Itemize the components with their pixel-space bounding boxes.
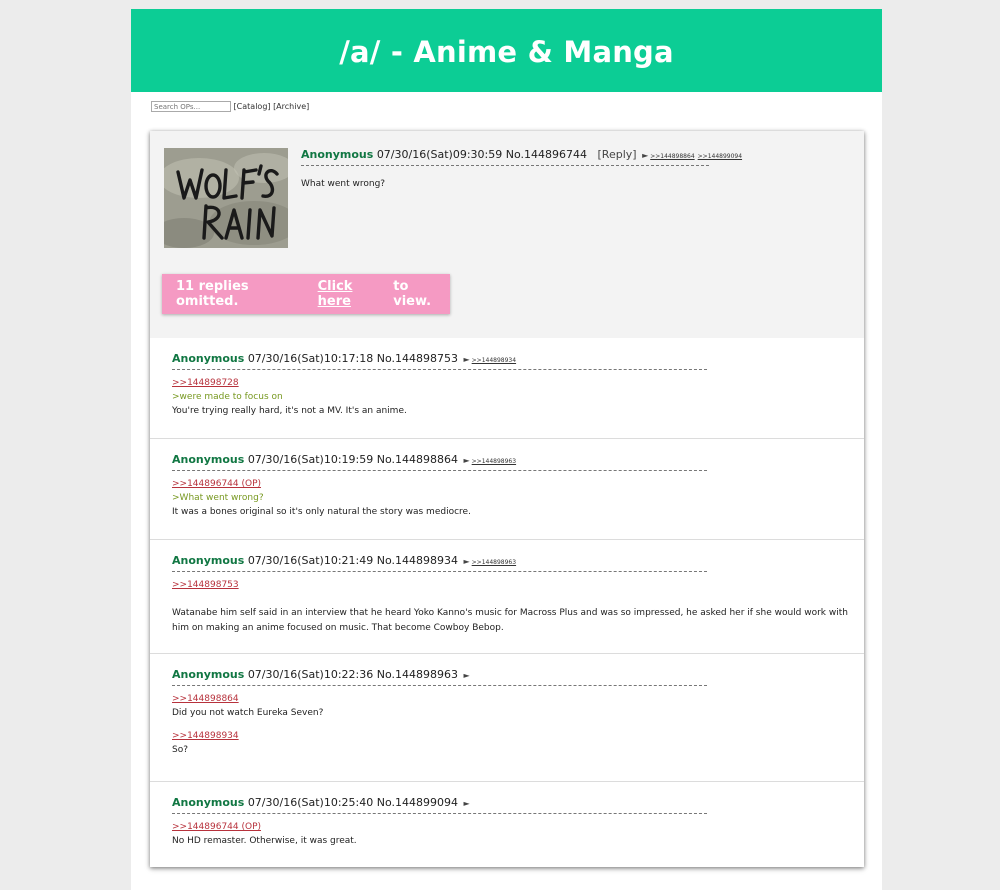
triangle-right-icon[interactable]: ►: [642, 151, 648, 160]
backlink[interactable]: >>144899094: [698, 153, 742, 160]
triangle-right-icon[interactable]: ►: [464, 557, 470, 566]
poster-name: Anonymous: [172, 352, 245, 365]
post-info: Anonymous 07/30/16(Sat)10:25:40 No.14489…: [172, 796, 707, 814]
post-datetime: 07/30/16(Sat)10:22:36: [247, 668, 374, 681]
post-message: No HD remaster. Otherwise, it was great.: [172, 836, 357, 846]
poster-name: Anonymous: [172, 668, 245, 681]
post-message: It was a bones original so it's only nat…: [172, 507, 471, 517]
post-datetime: 07/30/16(Sat)09:30:59: [376, 148, 503, 161]
triangle-right-icon[interactable]: ►: [464, 355, 470, 364]
board-page: /a/ - Anime & Manga [Catalog] [Archive]: [131, 9, 882, 890]
triangle-right-icon[interactable]: ►: [464, 456, 470, 465]
post-number[interactable]: No.144899094: [377, 796, 458, 809]
post-datetime: 07/30/16(Sat)10:19:59: [247, 453, 374, 466]
backlinks: >>144898864 >>144899094: [650, 148, 745, 161]
poster-name: Anonymous: [172, 796, 245, 809]
post-body: >>144896744 (OP) >What went wrong? It wa…: [172, 477, 842, 519]
omitted-suffix: to view.: [393, 279, 432, 309]
board-title: /a/ - Anime & Manga: [339, 34, 674, 69]
backlink[interactable]: >>144898864: [650, 153, 694, 160]
backlinks: >>144898934: [472, 352, 519, 365]
quote-link[interactable]: >>144898864: [172, 692, 842, 706]
backlink[interactable]: >>144898963: [472, 458, 516, 465]
reply-post: Anonymous 07/30/16(Sat)10:19:59 No.14489…: [150, 439, 864, 540]
backlinks: >>144898963: [472, 453, 519, 466]
poster-name: Anonymous: [172, 453, 245, 466]
wolfs-rain-logo: [164, 148, 288, 248]
post-number[interactable]: No.144898864: [377, 453, 458, 466]
backlinks: >>144898963: [472, 554, 519, 567]
poster-name: Anonymous: [301, 148, 374, 161]
post-message: You're trying really hard, it's not a MV…: [172, 406, 407, 416]
catalog-link[interactable]: [Catalog]: [234, 102, 271, 111]
post-datetime: 07/30/16(Sat)10:17:18: [247, 352, 374, 365]
omitted-replies-banner: 11 replies omitted. Click here to view.: [162, 274, 450, 314]
reply-post: Anonymous 07/30/16(Sat)10:17:18 No.14489…: [150, 338, 864, 439]
reply-post: Anonymous 07/30/16(Sat)10:21:49 No.14489…: [150, 540, 864, 654]
greentext-line: >What went wrong?: [172, 493, 264, 503]
quote-link[interactable]: >>144898934: [172, 729, 842, 743]
op-post-info: Anonymous 07/30/16(Sat)09:30:59 No.14489…: [301, 148, 742, 166]
post-message-line: him on making an anime focused on music.…: [172, 623, 504, 633]
post-body: >>144896744 (OP) No HD remaster. Otherwi…: [172, 820, 842, 848]
post-number[interactable]: No.144898934: [377, 554, 458, 567]
board-banner: /a/ - Anime & Manga: [131, 9, 882, 92]
op-thumbnail[interactable]: [164, 148, 288, 248]
op-post: Anonymous 07/30/16(Sat)09:30:59 No.14489…: [150, 131, 864, 338]
post-info: Anonymous 07/30/16(Sat)10:21:49 No.14489…: [172, 554, 707, 572]
expand-thread-link[interactable]: Click here: [318, 279, 390, 309]
backlink[interactable]: >>144898963: [472, 559, 516, 566]
post-info: Anonymous 07/30/16(Sat)10:17:18 No.14489…: [172, 352, 707, 370]
reply-post: Anonymous 07/30/16(Sat)10:25:40 No.14489…: [150, 782, 864, 867]
board-navigation: [Catalog] [Archive]: [151, 101, 309, 112]
post-number[interactable]: No.144896744: [506, 148, 587, 161]
post-body: >>144898864 Did you not watch Eureka Sev…: [172, 692, 842, 757]
post-message-line: Watanabe him self said in an interview t…: [172, 608, 848, 618]
triangle-right-icon[interactable]: ►: [464, 799, 470, 808]
post-info: Anonymous 07/30/16(Sat)10:19:59 No.14489…: [172, 453, 707, 471]
reply-link[interactable]: [Reply]: [598, 148, 637, 161]
thread: Anonymous 07/30/16(Sat)09:30:59 No.14489…: [150, 131, 864, 867]
omitted-count: 11 replies omitted.: [176, 279, 249, 309]
post-info: Anonymous 07/30/16(Sat)10:22:36 No.14489…: [172, 668, 707, 686]
poster-name: Anonymous: [172, 554, 245, 567]
reply-post: Anonymous 07/30/16(Sat)10:22:36 No.14489…: [150, 654, 864, 782]
quote-link[interactable]: >>144898728: [172, 376, 842, 390]
post-message: Did you not watch Eureka Seven?: [172, 708, 324, 718]
search-ops-input[interactable]: [151, 101, 231, 112]
post-datetime: 07/30/16(Sat)10:21:49: [247, 554, 374, 567]
backlink[interactable]: >>144898934: [472, 357, 516, 364]
quote-link[interactable]: >>144896744 (OP): [172, 477, 842, 491]
triangle-right-icon[interactable]: ►: [464, 671, 470, 680]
post-body: >>144898728 >were made to focus on You'r…: [172, 376, 842, 418]
post-message: So?: [172, 745, 188, 755]
post-number[interactable]: No.144898963: [377, 668, 458, 681]
post-number[interactable]: No.144898753: [377, 352, 458, 365]
greentext-line: >were made to focus on: [172, 392, 283, 402]
post-datetime: 07/30/16(Sat)10:25:40: [247, 796, 374, 809]
post-body: >>144898753 Watanabe him self said in an…: [172, 578, 848, 636]
quote-link[interactable]: >>144896744 (OP): [172, 820, 842, 834]
op-message: What went wrong?: [301, 179, 386, 189]
quote-link[interactable]: >>144898753: [172, 578, 842, 592]
archive-link[interactable]: [Archive]: [273, 102, 309, 111]
